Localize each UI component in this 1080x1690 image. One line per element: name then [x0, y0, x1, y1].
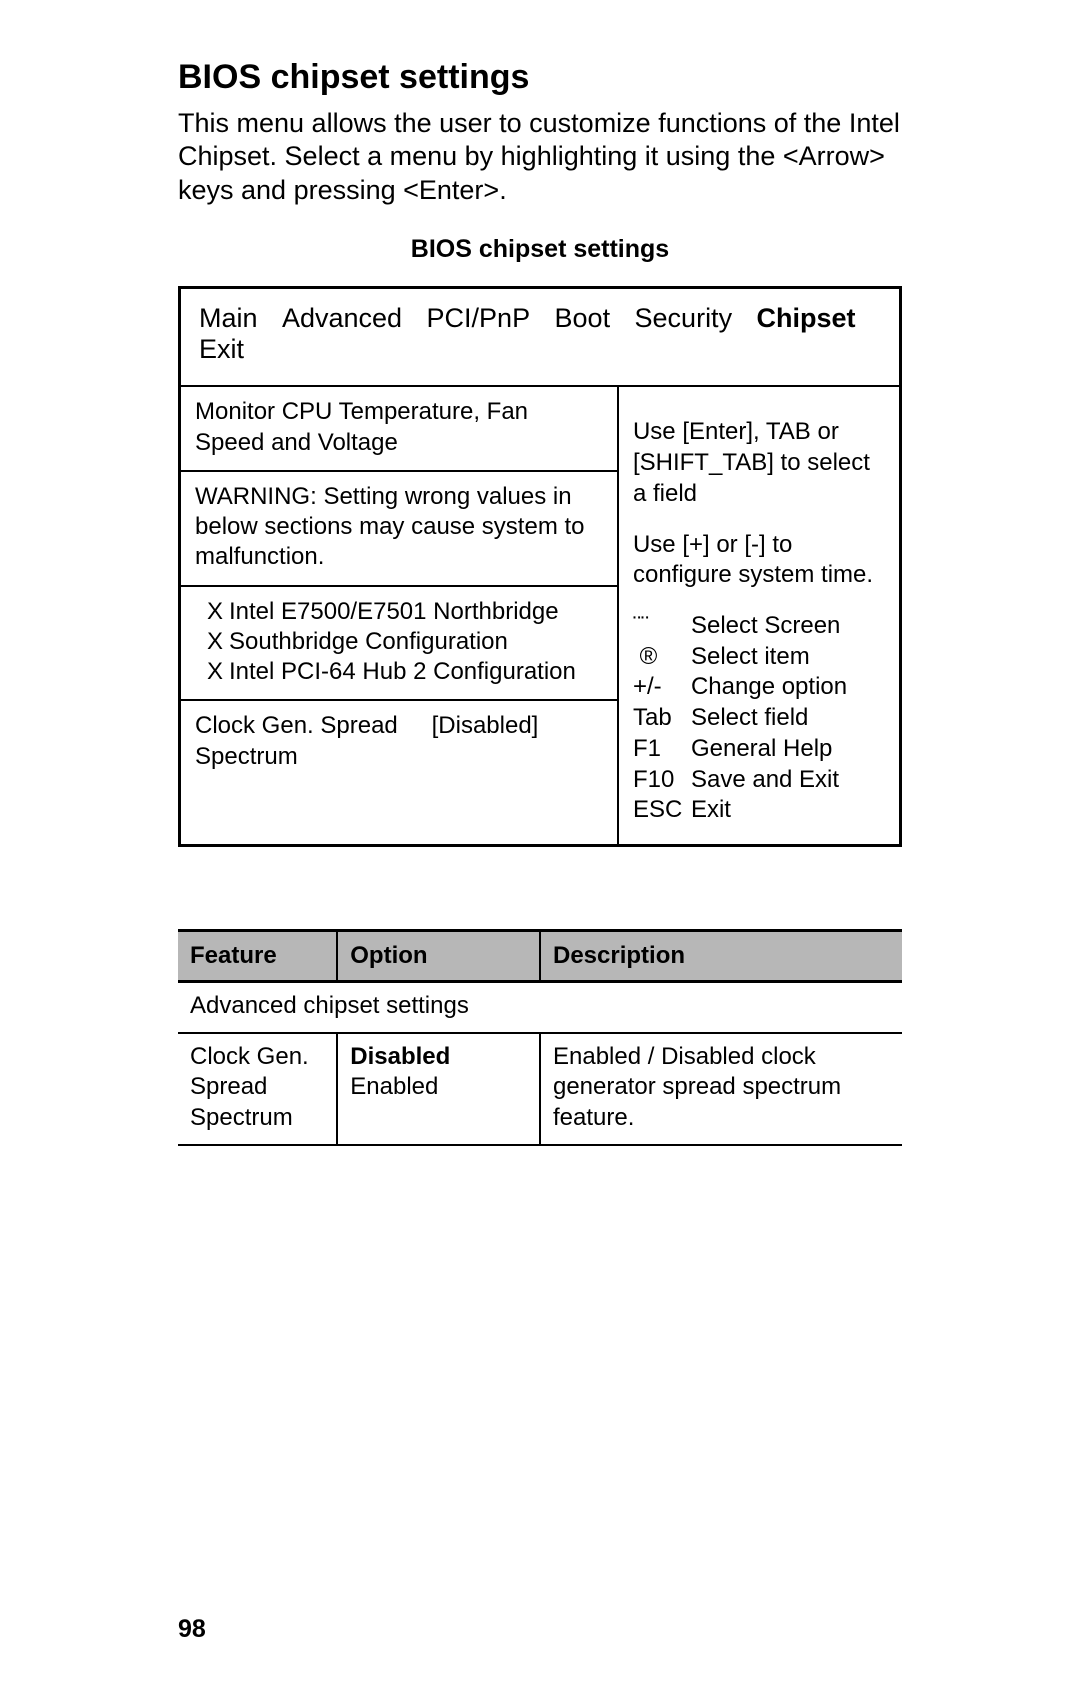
bios-legend-row: Tab Select field	[633, 703, 885, 734]
col-header-description: Description	[540, 931, 902, 982]
col-header-option: Option	[337, 931, 540, 982]
col-header-feature: Feature	[178, 931, 337, 982]
feature-table: Feature Option Description Advanced chip…	[178, 929, 902, 1146]
legend-text: Exit	[691, 795, 885, 826]
bios-tab-main: Main	[199, 303, 258, 334]
submenu-marker-icon: X	[207, 597, 229, 627]
legend-symbol: Tab	[633, 703, 691, 734]
legend-text: Change option	[691, 672, 885, 703]
bios-tab-security: Security	[635, 303, 733, 334]
option-alt: Enabled	[350, 1073, 438, 1100]
legend-symbol: F10	[633, 765, 691, 796]
bios-submenu-list: XIntel E7500/E7501 Northbridge XSouthbri…	[181, 585, 617, 700]
legend-symbol: F1	[633, 734, 691, 765]
bios-help-line: Use [Enter], TAB or [SHIFT_TAB] to selec…	[633, 417, 885, 509]
bios-setting-row: Clock Gen. Spread Spectrum [Disabled]	[181, 699, 617, 783]
legend-symbol: ¨¨	[633, 611, 691, 642]
table-group-label: Advanced chipset settings	[178, 982, 902, 1033]
bios-screenshot-box: Main Advanced PCI/PnP Boot Security Chip…	[178, 286, 902, 847]
bios-legend-row: F10 Save and Exit	[633, 765, 885, 796]
bios-warning-note: WARNING: Setting wrong values in below s…	[181, 470, 617, 585]
legend-text: Select field	[691, 703, 885, 734]
table-group-row: Advanced chipset settings	[178, 982, 902, 1033]
legend-symbol: +/-	[633, 672, 691, 703]
bios-submenu-label: Intel PCI-64 Hub 2 Configuration	[229, 658, 576, 685]
option-default: Disabled	[350, 1043, 450, 1070]
bios-help-pane: Use [Enter], TAB or [SHIFT_TAB] to selec…	[619, 387, 899, 844]
bios-help-line: Use [+] or [-] to configure system time.	[633, 530, 885, 591]
bios-submenu-item: XIntel PCI-64 Hub 2 Configuration	[195, 657, 603, 687]
table-row: Clock Gen. Spread Spectrum Disabled Enab…	[178, 1033, 902, 1145]
legend-text: General Help	[691, 734, 885, 765]
bios-submenu-item: XSouthbridge Configuration	[195, 627, 603, 657]
bios-submenu-label: Intel E7500/E7501 Northbridge	[229, 598, 559, 625]
bios-legend-row: ­ ® Select item	[633, 642, 885, 673]
bios-legend-row: +/- Change option	[633, 672, 885, 703]
section-heading: BIOS chipset settings	[178, 58, 902, 97]
bios-tab-pcipnp: PCI/PnP	[427, 303, 531, 334]
bios-tab-bar: Main Advanced PCI/PnP Boot Security Chip…	[181, 289, 899, 387]
table-header-row: Feature Option Description	[178, 931, 902, 982]
legend-symbol: ESC	[633, 795, 691, 826]
submenu-marker-icon: X	[207, 657, 229, 687]
cell-feature: Clock Gen. Spread Spectrum	[178, 1033, 337, 1145]
cell-description: Enabled / Disabled clock generator sprea…	[540, 1033, 902, 1145]
page-number: 98	[178, 1615, 206, 1644]
bios-tab-chipset: Chipset	[757, 303, 856, 334]
figure-caption: BIOS chipset settings	[178, 235, 902, 264]
bios-tab-advanced: Advanced	[282, 303, 402, 334]
bios-legend-row: ¨¨ Select Screen	[633, 611, 885, 642]
bios-tab-boot: Boot	[555, 303, 611, 334]
bios-legend-row: ESC Exit	[633, 795, 885, 826]
bios-setting-value: [Disabled]	[422, 711, 603, 771]
bios-submenu-item: XIntel E7500/E7501 Northbridge	[195, 597, 603, 627]
bios-submenu-label: Southbridge Configuration	[229, 628, 508, 655]
legend-text: Select item	[691, 642, 885, 673]
legend-text: Select Screen	[691, 611, 885, 642]
cell-option: Disabled Enabled	[337, 1033, 540, 1145]
intro-paragraph: This menu allows the user to customize f…	[178, 107, 902, 207]
bios-setting-label: Clock Gen. Spread Spectrum	[195, 711, 422, 771]
bios-tab-exit: Exit	[199, 334, 244, 365]
bios-monitor-note: Monitor CPU Temperature, Fan Speed and V…	[181, 387, 617, 469]
legend-symbol: ­ ®	[633, 642, 691, 673]
legend-text: Save and Exit	[691, 765, 885, 796]
bios-legend-row: F1 General Help	[633, 734, 885, 765]
submenu-marker-icon: X	[207, 627, 229, 657]
bios-left-pane: Monitor CPU Temperature, Fan Speed and V…	[181, 387, 619, 844]
